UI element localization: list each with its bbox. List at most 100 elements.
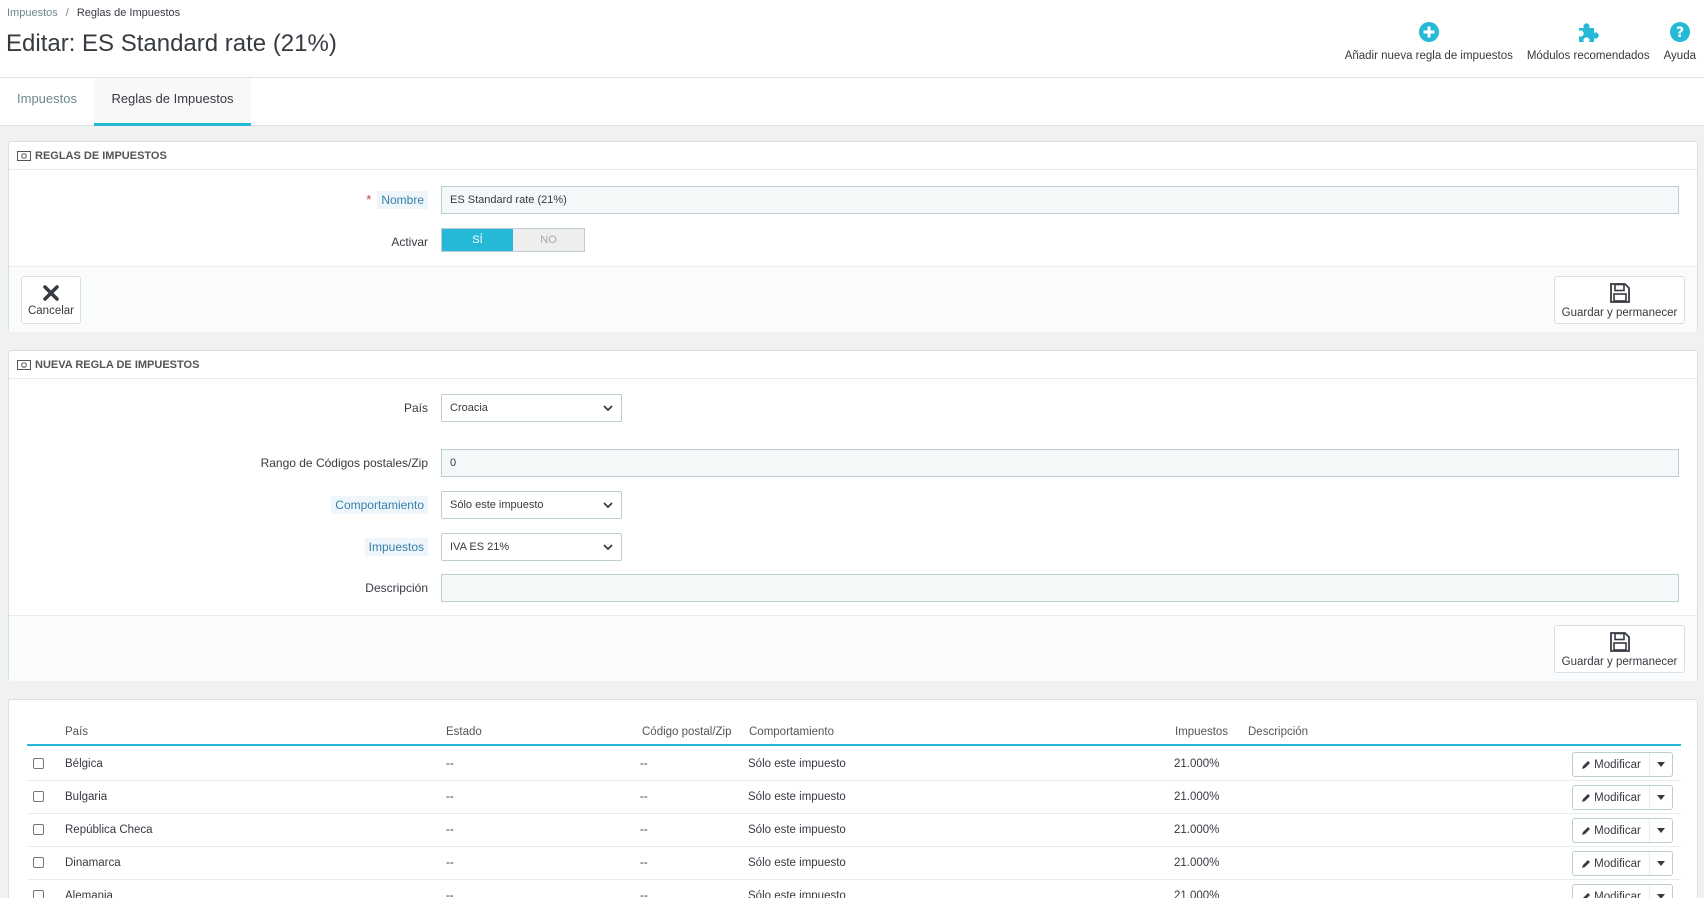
behavior-select[interactable]: Sólo este impuesto — [441, 491, 622, 519]
caret-down-icon — [1657, 894, 1665, 898]
row-checkbox[interactable] — [33, 758, 44, 769]
row-state: -- — [446, 824, 454, 836]
row-actions-dropdown[interactable] — [1650, 795, 1672, 800]
page-title: Editar: ES Standard rate (21%) — [6, 30, 337, 57]
save-and-stay-label-2: Guardar y permanecer — [1561, 655, 1678, 668]
behavior-select-value: Sólo este impuesto — [450, 499, 544, 511]
edit-button[interactable]: Modificar — [1573, 852, 1650, 875]
row-edit-button-group: Modificar — [1572, 884, 1673, 898]
row-behavior: Sólo este impuesto — [748, 791, 846, 803]
row-country: Bulgaria — [65, 791, 108, 803]
new-tax-rule-panel: NUEVA REGLA DE IMPUESTOS País Croacia Ra… — [8, 350, 1698, 681]
table-row: Bélgica -- -- Sólo este impuesto 21.000%… — [27, 748, 1681, 781]
row-checkbox[interactable] — [33, 791, 44, 802]
tax-select[interactable]: IVA ES 21% — [441, 533, 622, 561]
row-checkbox[interactable] — [33, 857, 44, 868]
description-row: Descripción — [9, 574, 1697, 602]
tax-select-value: IVA ES 21% — [450, 541, 510, 553]
edit-label: Modificar — [1594, 890, 1641, 898]
new-tax-rule-panel-header: NUEVA REGLA DE IMPUESTOS — [9, 351, 1697, 379]
row-behavior: Sólo este impuesto — [748, 857, 846, 869]
row-tax: 21.000% — [1174, 791, 1220, 803]
row-tax: 21.000% — [1174, 890, 1220, 898]
active-row: Activar SÍ NO — [9, 228, 1697, 256]
tax-rules-table-panel: País Estado Código postal/Zip Comportami… — [8, 699, 1698, 898]
zip-input[interactable]: 0 — [441, 449, 1679, 477]
puzzle-icon — [1576, 20, 1600, 44]
row-state: -- — [446, 857, 454, 869]
tab-tax-rules[interactable]: Reglas de Impuestos — [94, 78, 251, 126]
description-input[interactable] — [441, 574, 1679, 602]
save-and-stay-button[interactable]: Guardar y permanecer — [1554, 276, 1685, 324]
table-row: Bulgaria -- -- Sólo este impuesto 21.000… — [27, 781, 1681, 814]
row-actions-dropdown[interactable] — [1650, 828, 1672, 833]
breadcrumb: Impuestos / Reglas de Impuestos — [7, 7, 180, 19]
row-actions-dropdown[interactable] — [1650, 762, 1672, 767]
tab-taxes[interactable]: Impuestos — [0, 78, 94, 126]
row-checkbox[interactable] — [33, 824, 44, 835]
row-behavior: Sólo este impuesto — [748, 758, 846, 770]
table-row: Dinamarca -- -- Sólo este impuesto 21.00… — [27, 847, 1681, 880]
row-country: Dinamarca — [65, 857, 121, 869]
tax-rules-panel-title: REGLAS DE IMPUESTOS — [35, 149, 167, 162]
edit-button[interactable]: Modificar — [1573, 885, 1650, 898]
row-checkbox[interactable] — [33, 890, 44, 898]
floppy-disk-icon — [1609, 631, 1630, 652]
row-zip: -- — [640, 824, 648, 836]
name-input[interactable]: ES Standard rate (21%) — [441, 186, 1679, 214]
row-state: -- — [446, 791, 454, 803]
breadcrumb-current: Reglas de Impuestos — [76, 7, 181, 19]
country-label: País — [403, 401, 428, 415]
caret-down-icon — [1657, 762, 1665, 767]
row-actions-dropdown[interactable] — [1650, 861, 1672, 866]
name-label: * Nombre — [366, 186, 428, 214]
country-select-value: Croacia — [450, 402, 488, 414]
edit-label: Modificar — [1594, 824, 1641, 837]
recommended-modules-label: Módulos recomendados — [1526, 50, 1650, 62]
recommended-modules-button[interactable]: Módulos recomendados — [1527, 20, 1650, 72]
new-tax-rule-panel-title: NUEVA REGLA DE IMPUESTOS — [35, 358, 200, 371]
active-no-option[interactable]: NO — [513, 229, 584, 251]
active-switch[interactable]: SÍ NO — [441, 228, 585, 252]
caret-down-icon — [1657, 795, 1665, 800]
row-country: República Checa — [65, 824, 153, 836]
pencil-icon — [1582, 793, 1591, 802]
cancel-label: Cancelar — [27, 304, 75, 317]
chevron-down-icon — [603, 543, 613, 550]
zip-row: Rango de Códigos postales/Zip 0 — [9, 449, 1697, 477]
row-country: Bélgica — [65, 758, 103, 770]
col-state: Estado — [446, 726, 482, 738]
new-tax-rule-panel-footer: Guardar y permanecer — [9, 615, 1697, 681]
table-header: País Estado Código postal/Zip Comportami… — [27, 722, 1681, 746]
save-and-stay-label: Guardar y permanecer — [1561, 306, 1678, 319]
breadcrumb-parent-link[interactable]: Impuestos — [7, 7, 58, 19]
row-state: -- — [446, 890, 454, 898]
tab-bar: Impuestos Reglas de Impuestos — [0, 78, 1704, 126]
behavior-row: Comportamiento Sólo este impuesto — [9, 491, 1697, 519]
edit-button[interactable]: Modificar — [1573, 753, 1650, 776]
pencil-icon — [1582, 826, 1591, 835]
svg-text:?: ? — [1676, 25, 1684, 41]
add-tax-rule-button[interactable]: Añadir nueva regla de impuestos — [1345, 20, 1513, 72]
row-edit-button-group: Modificar — [1572, 752, 1673, 777]
row-zip: -- — [640, 758, 648, 770]
active-yes-option[interactable]: SÍ — [442, 229, 513, 251]
name-row: * Nombre ES Standard rate (21%) — [9, 186, 1697, 214]
tax-rules-panel-footer: Cancelar Guardar y permanecer — [9, 266, 1697, 332]
edit-button[interactable]: Modificar — [1573, 786, 1650, 809]
table-row: Alemania -- -- Sólo este impuesto 21.000… — [27, 880, 1681, 898]
cancel-button[interactable]: Cancelar — [21, 276, 81, 324]
row-actions-dropdown[interactable] — [1650, 894, 1672, 898]
active-label: Activar — [391, 235, 428, 249]
row-edit-button-group: Modificar — [1572, 818, 1673, 843]
zip-label: Rango de Códigos postales/Zip — [260, 456, 428, 470]
edit-button[interactable]: Modificar — [1573, 819, 1650, 842]
col-tax: Impuestos — [1175, 726, 1229, 738]
plus-circle-icon — [1417, 20, 1441, 44]
country-select[interactable]: Croacia — [441, 394, 622, 422]
money-icon — [17, 359, 31, 370]
save-and-stay-button-2[interactable]: Guardar y permanecer — [1554, 625, 1685, 673]
row-edit-button-group: Modificar — [1572, 785, 1673, 810]
edit-label: Modificar — [1594, 857, 1641, 870]
help-button[interactable]: ? Ayuda — [1664, 20, 1696, 72]
